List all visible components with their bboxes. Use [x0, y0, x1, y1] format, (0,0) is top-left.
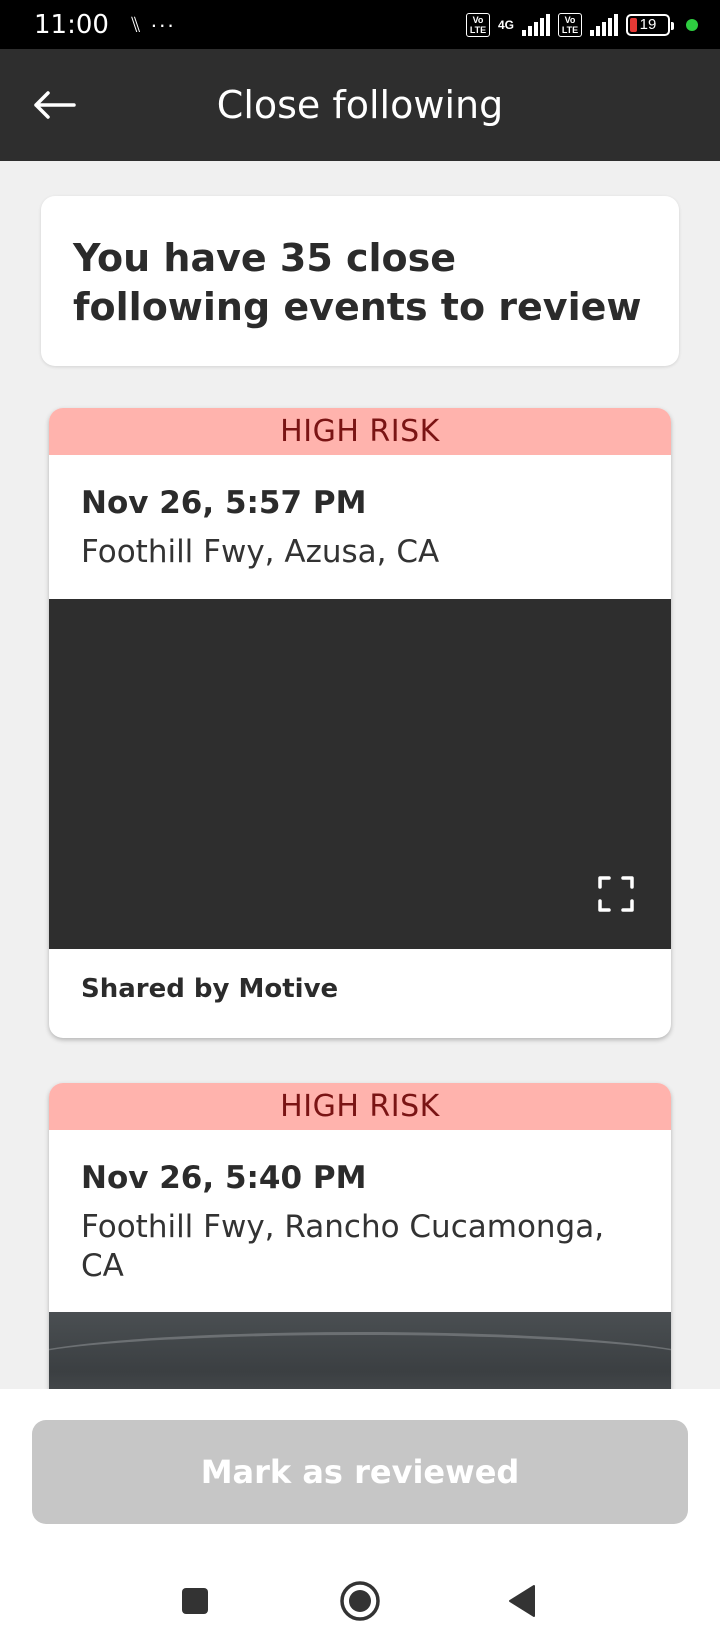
- system-back-button[interactable]: [500, 1579, 544, 1623]
- network-type-label: 4G: [497, 17, 514, 32]
- event-card[interactable]: HIGH RISK Nov 26, 5:40 PM Foothill Fwy, …: [49, 1083, 671, 1389]
- event-list[interactable]: You have 35 close following events to re…: [0, 161, 720, 1389]
- fullscreen-icon[interactable]: [597, 875, 635, 913]
- recents-button[interactable]: [173, 1579, 217, 1623]
- risk-badge: HIGH RISK: [49, 1083, 671, 1130]
- summary-card: You have 35 close following events to re…: [41, 196, 679, 366]
- signal-icon-2: [590, 13, 618, 36]
- home-button[interactable]: [338, 1579, 382, 1623]
- shared-by-label: Shared by Motive: [81, 974, 339, 1004]
- event-location: Foothill Fwy, Azusa, CA: [81, 534, 440, 570]
- status-right-icons: Vo LTE 4G Vo LTE 19: [465, 12, 698, 37]
- page-title: Close following: [216, 83, 504, 127]
- event-video[interactable]: [49, 599, 671, 949]
- arrow-left-icon: [34, 91, 76, 119]
- summary-text: You have 35 close following events to re…: [73, 236, 642, 329]
- back-triangle-icon: [509, 1585, 535, 1617]
- status-bar: 11:00 ⑊ ··· Vo LTE 4G Vo LTE 19: [0, 0, 720, 49]
- signal-icon: [522, 13, 550, 36]
- system-nav-bar: [0, 1549, 720, 1650]
- home-circle-icon: [340, 1581, 380, 1621]
- app-bar: Close following: [0, 49, 720, 161]
- event-video-thumbnail[interactable]: [49, 1312, 671, 1389]
- recents-square-icon: [182, 1588, 208, 1614]
- battery-level: 19: [639, 16, 657, 33]
- volte-icon: Vo LTE: [465, 12, 490, 37]
- event-date: Nov 26, 5:57 PM: [81, 485, 367, 521]
- back-button[interactable]: [28, 79, 80, 131]
- mark-as-reviewed-button[interactable]: Mark as reviewed: [32, 1420, 688, 1524]
- volte-icon-2: Vo LTE: [558, 12, 582, 37]
- event-info: Nov 26, 5:40 PM Foothill Fwy, Rancho Cuc…: [49, 1130, 671, 1286]
- event-card[interactable]: HIGH RISK Nov 26, 5:57 PM Foothill Fwy, …: [49, 408, 671, 1038]
- event-location: Foothill Fwy, Rancho Cucamonga, CA: [81, 1209, 605, 1284]
- battery-icon: 19: [626, 13, 674, 36]
- event-date: Nov 26, 5:40 PM: [81, 1160, 367, 1196]
- status-extra-icons: ⑊ ···: [128, 11, 176, 37]
- bottom-action-area: Mark as reviewed: [0, 1389, 720, 1549]
- event-info: Nov 26, 5:57 PM Foothill Fwy, Azusa, CA: [49, 455, 671, 572]
- status-time: 11:00: [34, 9, 109, 40]
- risk-badge: HIGH RISK: [49, 408, 671, 455]
- recording-dot-icon: [686, 18, 698, 31]
